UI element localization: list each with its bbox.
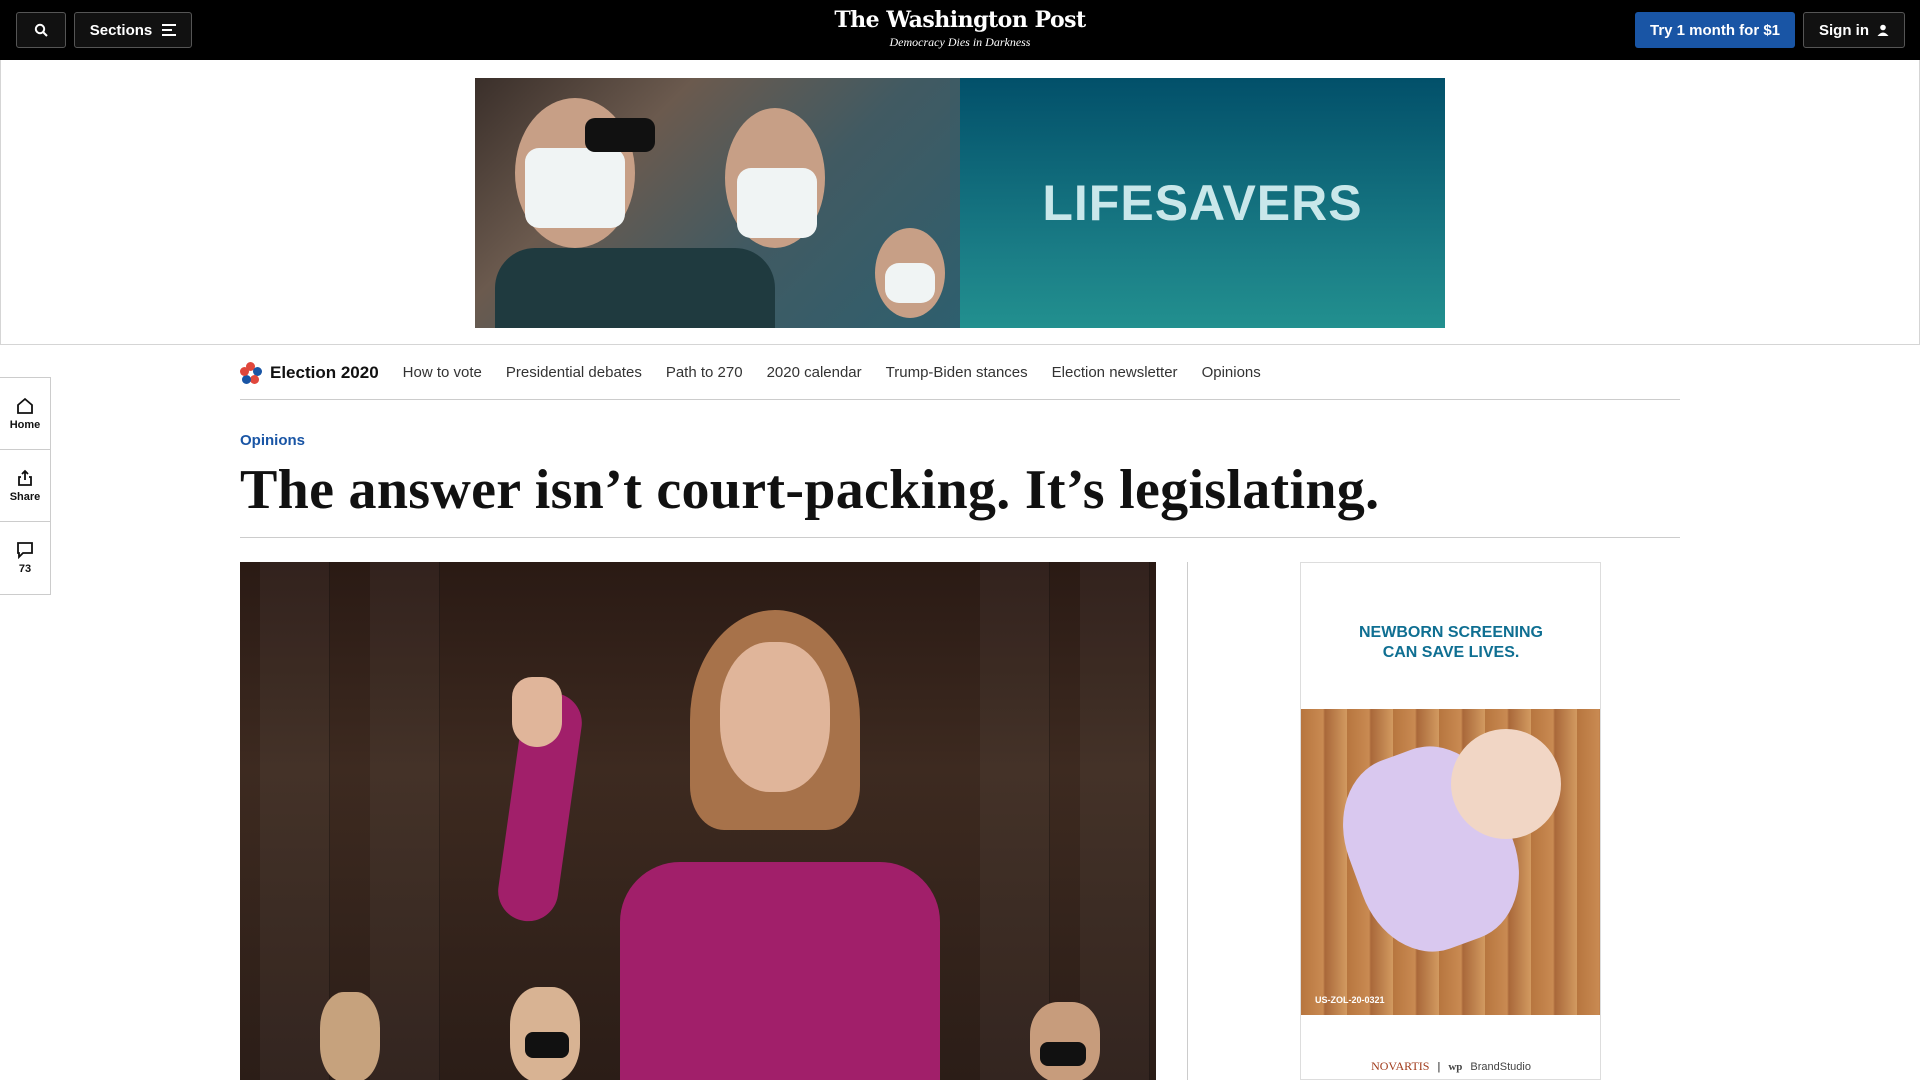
ad-banner[interactable]: LIFESAVERS [475,78,1445,328]
article-kicker[interactable]: Opinions [240,432,305,449]
home-icon [17,397,33,414]
nav-opinions[interactable]: Opinions [1202,364,1261,381]
user-icon [1877,24,1889,36]
share-icon [18,469,32,486]
nav-trump-biden-stances[interactable]: Trump-Biden stances [886,364,1028,381]
top-bar: Sections The Washington Post Democracy D… [0,0,1920,60]
side-ad-headline-line2: CAN SAVE LIVES. [1382,644,1520,661]
nav-election-newsletter[interactable]: Election newsletter [1052,364,1178,381]
comment-icon [17,542,33,559]
home-button[interactable]: Home [0,378,50,450]
sections-button[interactable]: Sections [74,12,192,48]
column-divider [1187,562,1188,1080]
site-logo[interactable]: The Washington Post [760,5,1160,35]
comments-button[interactable]: 73 [0,522,50,594]
nav-path-to-270[interactable]: Path to 270 [666,364,743,381]
subscribe-button[interactable]: Try 1 month for $1 [1635,12,1795,48]
share-label: Share [9,490,41,503]
side-ad-headline-line1: NEWBORN SCREENING [1358,624,1543,641]
election-title: Election 2020 [270,362,379,382]
sponsor-name: NOVARTIS [1371,1059,1430,1073]
search-icon [34,23,48,37]
ad-headline: LIFESAVERS [960,78,1445,328]
sign-in-button[interactable]: Sign in [1803,12,1905,48]
site-tagline: Democracy Dies in Darkness [889,35,1031,49]
side-ad-headline: NEWBORN SCREENING CAN SAVE LIVES. [1301,623,1600,663]
hero-image[interactable] [240,562,1156,1080]
sign-in-label: Sign in [1819,21,1869,39]
left-rail: Home Share 73 [0,377,51,595]
side-ad-sponsor: NOVARTIS | wp BrandStudio [1371,1059,1531,1073]
election-star-icon [240,361,262,384]
masthead[interactable]: The Washington Post Democracy Dies in Da… [760,5,1160,49]
home-label: Home [9,418,41,431]
side-ad-photo: US-ZOL-20-0321 [1301,709,1600,1015]
search-button[interactable] [16,12,66,48]
hamburger-icon [162,24,177,36]
ad-photo [475,78,960,328]
sections-label: Sections [89,21,153,39]
nav-how-to-vote[interactable]: How to vote [403,364,482,381]
brand-studio: BrandStudio [1470,1060,1531,1073]
comments-count: 73 [18,563,32,575]
headline-divider [240,537,1680,538]
article-headline: The answer isn’t court-packing. It’s leg… [240,459,1380,521]
wp-logo-icon: wp [1448,1060,1463,1073]
election-nav: Election 2020 How to vote Presidential d… [240,346,1680,400]
nav-presidential-debates[interactable]: Presidential debates [506,364,642,381]
side-ad[interactable]: NEWBORN SCREENING CAN SAVE LIVES. US-ZOL… [1300,562,1601,1080]
share-button[interactable]: Share [0,450,50,522]
nav-2020-calendar[interactable]: 2020 calendar [767,364,862,381]
side-ad-code: US-ZOL-20-0321 [1315,995,1385,1005]
election-2020-link[interactable]: Election 2020 [240,361,379,384]
